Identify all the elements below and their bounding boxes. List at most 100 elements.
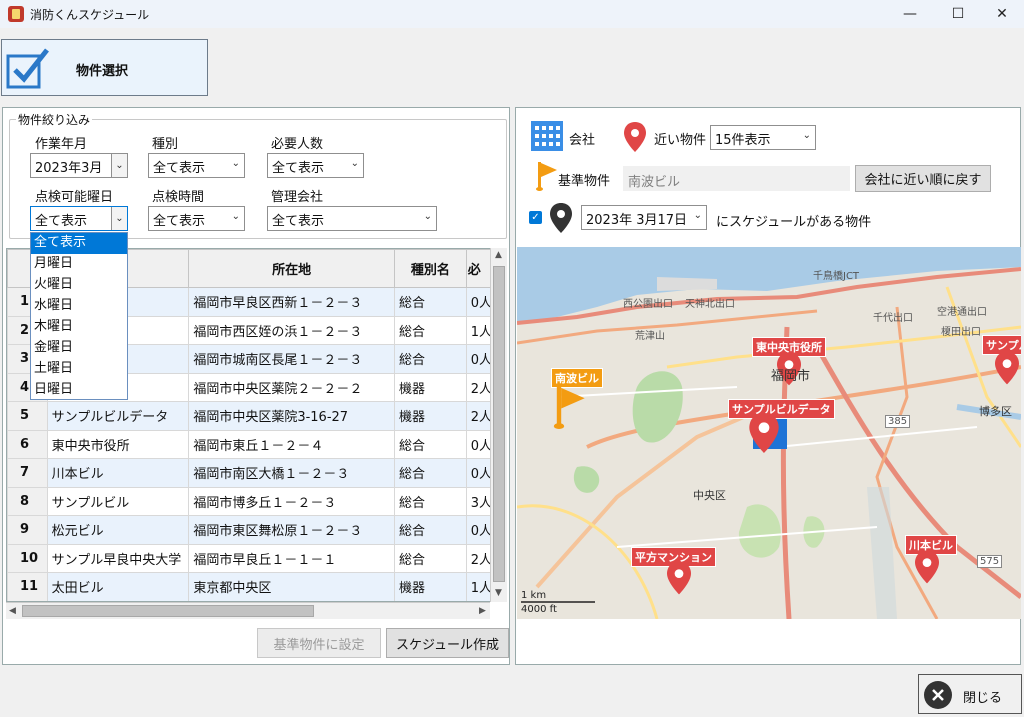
company-select[interactable]: 全て表示 ⌄	[267, 206, 437, 231]
cell-address[interactable]: 福岡市早良丘１－１－１	[188, 543, 395, 573]
row-number[interactable]: 9	[7, 515, 48, 545]
time-select[interactable]: 全て表示 ⌄	[148, 206, 245, 231]
cell-name[interactable]: サンプル早良中央大学	[46, 543, 190, 573]
cell-type[interactable]: 総合	[393, 458, 467, 488]
cell-type[interactable]: 機器	[393, 372, 467, 402]
vertical-scroll-thumb[interactable]	[493, 266, 505, 582]
row-number[interactable]: 8	[7, 486, 48, 516]
type-select[interactable]: 全て表示 ⌄	[148, 153, 245, 178]
minimize-button[interactable]: —	[887, 0, 933, 28]
weekday-select[interactable]: 全て表示 ⌄	[30, 206, 128, 231]
cell-type[interactable]: 総合	[393, 486, 467, 516]
row-number[interactable]: 5	[7, 401, 48, 431]
scroll-right-icon[interactable]: ▶	[479, 606, 486, 616]
row-number[interactable]: 7	[7, 458, 48, 488]
cell-address[interactable]: 福岡市東区舞松原１－２－３	[188, 515, 395, 545]
map-pin-icon[interactable]	[749, 413, 779, 453]
cell-address[interactable]: 東京都中央区	[188, 572, 395, 601]
cell-address[interactable]: 福岡市早良区西新１－２－３	[188, 287, 395, 317]
cell-type[interactable]: 総合	[393, 515, 467, 545]
row-number[interactable]: 10	[7, 543, 48, 573]
map-pin-icon[interactable]	[667, 561, 691, 595]
row-number[interactable]: 6	[7, 429, 48, 459]
schedule-checkbox[interactable]: ✓	[529, 211, 542, 224]
cell-name[interactable]: 太田ビル	[46, 572, 190, 601]
header-address[interactable]: 所在地	[188, 249, 395, 288]
app-icon	[8, 6, 24, 22]
weekday-option[interactable]: 土曜日	[31, 359, 127, 380]
weekday-option[interactable]: 金曜日	[31, 338, 127, 359]
set-base-property-button[interactable]: 基準物件に設定	[257, 628, 381, 658]
maximize-button[interactable]: ☐	[935, 0, 981, 28]
cell-name[interactable]: 松元ビル	[46, 515, 190, 545]
map-view[interactable]: 東中央市役所 南波ビル サンプルビルデータ 平方マンション 川本ビル サンプル …	[517, 247, 1021, 619]
horizontal-scrollbar[interactable]: ◀ ▶	[6, 602, 490, 619]
company-label: 会社	[569, 133, 596, 148]
base-property-label: 基準物件	[558, 174, 611, 189]
table-row[interactable]: 7 川本ビル 福岡市南区大橋１－２－３ 総合 0人	[7, 458, 506, 488]
chevron-down-icon: ⌄	[802, 130, 811, 141]
cell-type[interactable]: 総合	[393, 315, 467, 345]
nearby-count-select[interactable]: 15件表示 ⌄	[710, 125, 816, 150]
close-button[interactable]: 閉じる	[918, 674, 1022, 714]
cell-name[interactable]: 東中央市役所	[46, 429, 190, 459]
cell-type[interactable]: 総合	[393, 543, 467, 573]
table-row[interactable]: 8 サンプルビル 福岡市博多丘１－２－３ 総合 3人	[7, 486, 506, 516]
chevron-down-icon: ⌄	[423, 211, 432, 222]
cell-address[interactable]: 福岡市城南区長尾１－２－３	[188, 344, 395, 374]
weekday-option[interactable]: 日曜日	[31, 380, 127, 401]
cell-type[interactable]: 総合	[393, 344, 467, 374]
cell-type[interactable]: 機器	[393, 401, 467, 431]
base-property-field[interactable]: 南波ビル	[623, 166, 850, 191]
cell-type[interactable]: 総合	[393, 287, 467, 317]
cell-name[interactable]: サンプルビル	[46, 486, 190, 516]
cell-type[interactable]: 総合	[393, 429, 467, 459]
map-label-chidoribashi: 千鳥橋JCT	[813, 271, 860, 282]
weekday-dropdown-list[interactable]: 全て表示 月曜日 火曜日 水曜日 木曜日 金曜日 土曜日 日曜日	[30, 232, 128, 400]
cell-name[interactable]: 川本ビル	[46, 458, 190, 488]
close-button-label: 閉じる	[963, 691, 1003, 706]
people-select[interactable]: 全て表示 ⌄	[267, 153, 364, 178]
weekday-option[interactable]: 全て表示	[31, 233, 127, 254]
cell-type[interactable]: 機器	[393, 572, 467, 601]
scroll-up-icon[interactable]: ▲	[495, 250, 502, 260]
property-select-button[interactable]: 物件選択	[1, 39, 208, 96]
table-row[interactable]: 10 サンプル早良中央大学 福岡市早良丘１－１－１ 総合 2人	[7, 543, 506, 573]
weekday-option[interactable]: 水曜日	[31, 296, 127, 317]
people-value: 全て表示	[272, 161, 325, 176]
table-row[interactable]: 5 サンプルビルデータ 福岡市中央区薬院3-16-27 機器 2人	[7, 401, 506, 431]
scroll-left-icon[interactable]: ◀	[9, 606, 16, 616]
work-month-select[interactable]: 2023年3月 ⌄	[30, 153, 128, 178]
cell-address[interactable]: 福岡市南区大橋１－２－３	[188, 458, 395, 488]
map-label-aratsuyama: 荒津山	[635, 331, 665, 342]
cell-address[interactable]: 福岡市東丘１－２－４	[188, 429, 395, 459]
map-route-385: 385	[885, 415, 911, 428]
table-row[interactable]: 9 松元ビル 福岡市東区舞松原１－２－３ 総合 0人	[7, 515, 506, 545]
cell-name[interactable]: サンプルビルデータ	[46, 401, 190, 431]
cell-address[interactable]: 福岡市博多丘１－２－３	[188, 486, 395, 516]
table-row[interactable]: 6 東中央市役所 福岡市東丘１－２－４ 総合 0人	[7, 429, 506, 459]
row-number[interactable]: 11	[7, 572, 48, 601]
title-bar	[0, 0, 1024, 28]
weekday-option[interactable]: 木曜日	[31, 317, 127, 338]
cell-address[interactable]: 福岡市西区姪の浜１－２－３	[188, 315, 395, 345]
cell-address[interactable]: 福岡市中央区薬院3-16-27	[188, 401, 395, 431]
map-pin-icon[interactable]	[915, 550, 939, 584]
create-schedule-button[interactable]: スケジュール作成	[386, 628, 509, 658]
weekday-option[interactable]: 火曜日	[31, 275, 127, 296]
window-title: 消防くんスケジュール	[30, 8, 150, 22]
horizontal-scroll-thumb[interactable]	[22, 605, 314, 617]
table-row[interactable]: 11 太田ビル 東京都中央区 機器 1人	[7, 572, 506, 601]
vertical-scrollbar[interactable]: ▲ ▼	[490, 248, 507, 602]
marker-label-sample-data[interactable]: サンプルビルデータ	[728, 399, 835, 419]
map-pin-icon[interactable]	[995, 351, 1019, 385]
map-label-fukuoka: 福岡市	[771, 369, 811, 384]
header-type[interactable]: 種別名	[393, 249, 467, 288]
schedule-date-picker[interactable]: 2023年 3月17日 ⌄	[581, 205, 707, 230]
weekday-option[interactable]: 月曜日	[31, 254, 127, 275]
reset-order-button[interactable]: 会社に近い順に戻す	[855, 165, 991, 192]
cell-address[interactable]: 福岡市中央区薬院２－２－２	[188, 372, 395, 402]
scroll-down-icon[interactable]: ▼	[495, 588, 502, 598]
map-flag-icon[interactable]	[553, 385, 587, 429]
close-window-button[interactable]: ✕	[979, 0, 1024, 28]
